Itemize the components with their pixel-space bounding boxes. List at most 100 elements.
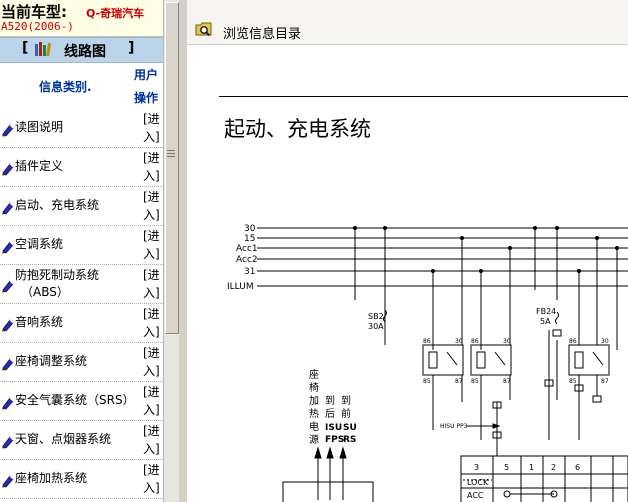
bracket-right: ] <box>128 40 135 56</box>
pencil-bullet-icon <box>1 473 15 488</box>
enter-button[interactable]: 入] <box>143 128 160 145</box>
list-item-label[interactable]: 防抱死制动系统 <box>15 268 99 283</box>
car-model[interactable]: A520(2006-) <box>1 20 74 33</box>
enter-button[interactable]: 入] <box>143 323 160 340</box>
table-header: 5 <box>504 463 509 472</box>
books-icon <box>34 41 52 57</box>
column-category: 信息类别. <box>39 80 92 94</box>
code-label: ISU <box>325 423 342 433</box>
enter-button[interactable]: [进 <box>143 227 160 244</box>
enter-button[interactable]: 入] <box>143 479 160 496</box>
enter-button[interactable]: 入] <box>143 206 160 223</box>
relay-pin: 86 <box>569 338 577 345</box>
table-header: 6 <box>575 463 580 472</box>
enter-button[interactable]: [进 <box>143 266 160 283</box>
relay-pin: 87 <box>503 378 511 385</box>
left-scrollbar[interactable] <box>163 0 180 502</box>
junction-dots <box>353 226 619 273</box>
seat-label: 椅 <box>309 381 319 394</box>
pencil-bullet-icon <box>1 278 15 293</box>
relay-pin: 85 <box>569 378 577 385</box>
pencil-bullet-icon <box>1 434 15 449</box>
relay-pin: 30 <box>601 338 609 345</box>
pencil-bullet-icon <box>1 395 15 410</box>
enter-button[interactable]: 入] <box>143 245 160 262</box>
car-brand[interactable]: Q-奇瑞汽车 <box>86 5 144 21</box>
enter-button[interactable]: 入] <box>143 362 160 379</box>
enter-button[interactable]: 入] <box>143 284 160 301</box>
scrollbar-thumb[interactable] <box>165 2 179 334</box>
pencil-bullet-icon <box>1 317 15 332</box>
relay-pin: 30 <box>503 338 511 345</box>
relay-pin: 30 <box>455 338 463 345</box>
rail-label: 31 <box>244 267 255 277</box>
enter-button[interactable]: [进 <box>143 188 160 205</box>
list-item[interactable]: 启动、充电系统 [进 入] <box>0 187 163 226</box>
list-item-label[interactable]: 座椅加热系统 <box>15 471 87 486</box>
seat-label: 加 <box>309 395 319 407</box>
table-header: 2 <box>551 463 556 472</box>
fuse-rating: 5A <box>540 317 551 326</box>
list-item-label[interactable]: 音响系统 <box>15 315 63 330</box>
relay-pin: 85 <box>471 378 479 385</box>
list-item[interactable]: 空调系统 [进 入] <box>0 226 163 265</box>
car-model-label: 当前车型: <box>1 3 67 21</box>
enter-button[interactable]: 入] <box>143 401 160 418</box>
relay-pin: 86 <box>471 338 479 345</box>
front-label: 前 <box>341 407 351 420</box>
fuse-rating: 30A <box>368 322 384 331</box>
enter-button[interactable]: [进 <box>143 383 160 400</box>
table-row-label: LOCK <box>467 478 489 487</box>
pane-splitter[interactable] <box>179 0 187 502</box>
car-model-header: 当前车型: Q-奇瑞汽车 A520(2006-) <box>0 0 163 37</box>
list-item[interactable]: 座椅加热系统 [进 入] <box>0 460 163 499</box>
list-item-label[interactable]: 读图说明 <box>15 120 63 135</box>
fuse-name: FB24 <box>536 307 556 316</box>
wiring-schematic: 30 15 Acc1 Acc2 31 ILLUM SB2 30A FB24 5A… <box>227 224 628 502</box>
seat-label: 座 <box>309 368 319 381</box>
relay-pin: 85 <box>423 378 431 385</box>
enter-button[interactable]: 入] <box>143 167 160 184</box>
enter-button[interactable]: [进 <box>143 149 160 166</box>
pencil-bullet-icon <box>1 200 15 215</box>
rail-label: ILLUM <box>227 282 254 292</box>
list-item[interactable]: 天窗、点烟器系统 [进 入] <box>0 421 163 460</box>
relay-pin: 87 <box>455 378 463 385</box>
code-label: FPS <box>325 435 344 445</box>
enter-button[interactable]: 入] <box>143 440 160 457</box>
enter-button[interactable]: [进 <box>143 110 160 127</box>
rail-label: 30 <box>244 224 256 234</box>
rail-label: 15 <box>244 234 255 244</box>
list-item[interactable]: 音响系统 [进 入] <box>0 304 163 343</box>
fuse-name: SB2 <box>368 312 384 321</box>
code-label: RS <box>343 435 356 445</box>
right-panel: 浏览信息目录 起动、充电系统 30 15 Acc1 Acc2 31 ILLUM <box>187 0 628 502</box>
list-item-sublabel[interactable]: （ABS） <box>21 285 69 300</box>
seat-label: 电 <box>309 420 319 433</box>
enter-button[interactable]: [进 <box>143 422 160 439</box>
pencil-bullet-icon <box>1 161 15 176</box>
bracket-left: [ <box>22 40 29 56</box>
list-item-label[interactable]: 插件定义 <box>15 159 63 174</box>
list-item[interactable]: 座椅调整系统 [进 入] <box>0 343 163 382</box>
list-item[interactable]: 插件定义 [进 入] <box>0 148 163 187</box>
rear-label: 后 <box>325 408 335 420</box>
pencil-bullet-icon <box>1 122 15 137</box>
section-header: [ 线路图 ] <box>0 37 163 63</box>
list-item-label[interactable]: 安全气囊系统（SRS） <box>15 393 135 408</box>
list-item-label[interactable]: 座椅调整系统 <box>15 354 87 369</box>
enter-button[interactable]: [进 <box>143 461 160 478</box>
enter-button[interactable]: [进 <box>143 305 160 322</box>
list-item-label[interactable]: 空调系统 <box>15 237 63 252</box>
table-header: 3 <box>474 463 479 472</box>
front-label: 到 <box>341 395 351 407</box>
list-item[interactable]: 防抱死制动系统 （ABS） [进 入] <box>0 265 163 304</box>
seat-label: 源 <box>309 433 319 446</box>
pencil-bullet-icon <box>1 356 15 371</box>
left-panel: 当前车型: Q-奇瑞汽车 A520(2006-) [ 线路图 ] 信息类别. 用… <box>0 0 163 502</box>
list-item-label[interactable]: 天窗、点烟器系统 <box>15 432 111 447</box>
list-item[interactable]: 安全气囊系统（SRS） [进 入] <box>0 382 163 421</box>
enter-button[interactable]: [进 <box>143 344 160 361</box>
list-item-label[interactable]: 启动、充电系统 <box>15 198 99 213</box>
list-item[interactable]: 读图说明 [进 入] <box>0 109 163 148</box>
